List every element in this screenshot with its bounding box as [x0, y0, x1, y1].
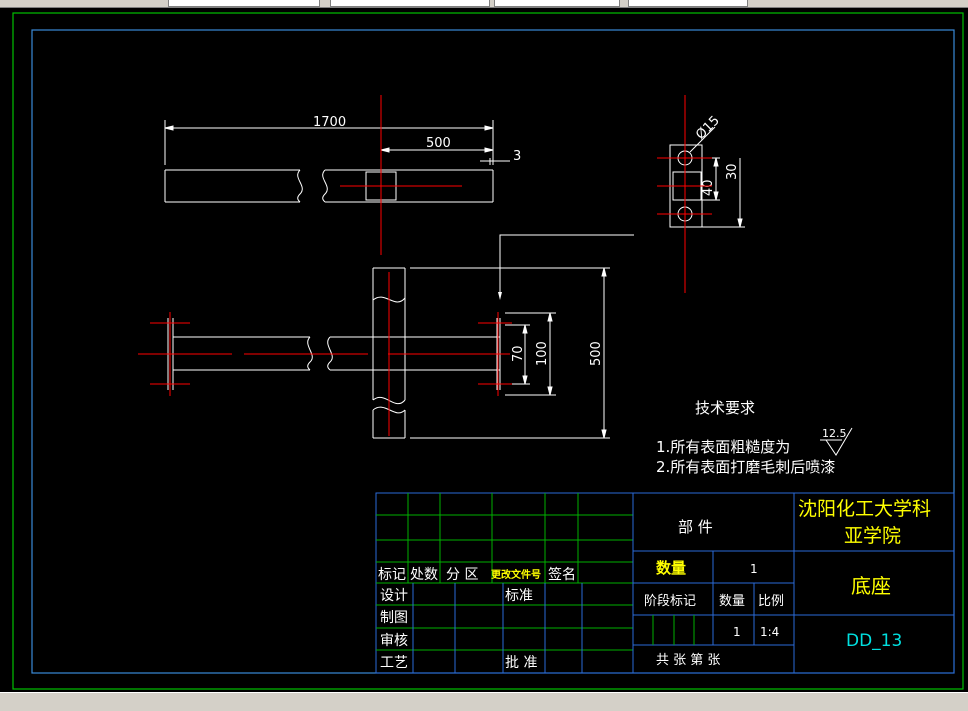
label-signature: 签名 [548, 566, 576, 583]
front-view-centerlines [138, 272, 512, 436]
view-leader [499, 234, 634, 298]
dim-70-text: 70 [511, 345, 526, 362]
dim-3-text: 3 [513, 149, 521, 164]
dim-1700-text: 1700 [313, 115, 346, 130]
notes-line2: 2.所有表面打磨毛刺后喷漆 [656, 458, 835, 476]
dim-dia15-text: Ø15 [693, 113, 723, 143]
value-qty2: 1 [733, 625, 741, 639]
label-standard: 标准 [505, 588, 533, 604]
label-change-doc: 更改文件号 [491, 568, 541, 581]
label-zone: 分 区 [446, 567, 478, 583]
dim-30-text: 30 [725, 163, 740, 180]
label-review: 审核 [380, 633, 408, 649]
top-view-centerlines [340, 95, 462, 255]
lineweight-dropdown[interactable] [628, 0, 748, 7]
dim-40-text: 40 [701, 179, 716, 196]
label-part: 部 件 [678, 518, 713, 536]
view-leader-arrow [498, 292, 502, 300]
toolbar-strip [0, 0, 968, 8]
roughness-value: 12.5 [822, 427, 847, 440]
notes-line1: 1.所有表面粗糙度为 [656, 438, 790, 456]
cad-drawing: 1700 500 3 Ø15 40 30 70 100 500 技术要求 1.所… [12, 12, 964, 690]
school-name-line2: 亚学院 [844, 525, 901, 547]
dim-500-front-text: 500 [589, 341, 604, 366]
outer-frame [12, 12, 964, 690]
label-process: 工艺 [380, 655, 408, 671]
dim-500-text: 500 [426, 136, 451, 151]
part-name: 底座 [851, 574, 891, 598]
notes-title: 技术要求 [695, 399, 755, 417]
dim-3-lines [480, 158, 510, 165]
drawing-number: DD_13 [846, 631, 902, 651]
break-line-right [322, 169, 328, 203]
top-view [164, 120, 510, 203]
value-scale: 1:4 [760, 625, 779, 639]
label-approve: 批 准 [505, 655, 537, 671]
layer-dropdown[interactable] [168, 0, 320, 7]
label-quantity: 数量 [656, 559, 686, 577]
label-draft: 制图 [380, 610, 408, 626]
dim-500-front-lines [410, 267, 610, 439]
label-design: 设计 [380, 588, 408, 604]
label-scale: 比例 [758, 594, 784, 609]
stage-cols [652, 615, 695, 645]
label-qty2: 数量 [719, 594, 745, 609]
label-stage: 阶段标记 [644, 594, 696, 609]
label-mark: 标记 [378, 567, 406, 583]
status-bar [0, 692, 968, 711]
label-count: 处数 [410, 567, 438, 583]
drawing-canvas[interactable]: 1700 500 3 Ø15 40 30 70 100 500 技术要求 1.所… [0, 8, 968, 692]
value-quantity: 1 [750, 562, 758, 576]
break-line-left [297, 169, 303, 203]
color-dropdown[interactable] [330, 0, 490, 7]
label-sheets: 共 张 第 张 [656, 653, 720, 668]
linetype-dropdown[interactable] [494, 0, 620, 7]
bar-left-part [164, 169, 300, 203]
school-name-line1: 沈阳化工大学科 [798, 498, 931, 520]
dim-100-text: 100 [535, 341, 550, 366]
